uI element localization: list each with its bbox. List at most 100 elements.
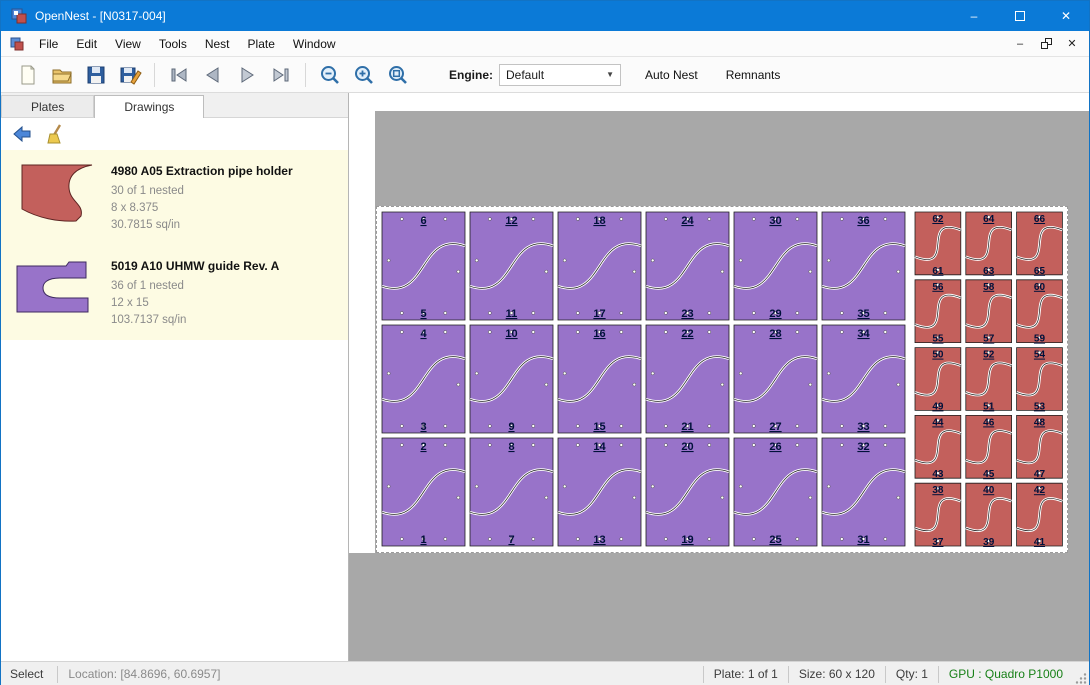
part-number[interactable]: 48: [1034, 417, 1046, 428]
part-number[interactable]: 57: [983, 334, 995, 345]
part-number[interactable]: 20: [681, 441, 693, 453]
part-number[interactable]: 13: [593, 534, 605, 546]
part-number[interactable]: 10: [505, 328, 517, 340]
zoom-out-button[interactable]: [313, 60, 347, 90]
nest-canvas[interactable]: 6512111817242330293635431091615222128273…: [349, 93, 1089, 661]
part-number[interactable]: 42: [1034, 485, 1046, 496]
minimize-icon[interactable]: –: [951, 1, 997, 31]
part-number[interactable]: 7: [508, 534, 514, 546]
part-number[interactable]: 15: [593, 421, 605, 433]
menu-edit[interactable]: Edit: [67, 31, 106, 57]
part-number[interactable]: 27: [769, 421, 781, 433]
part-number[interactable]: 60: [1034, 282, 1046, 293]
part-number[interactable]: 29: [769, 308, 781, 320]
part-number[interactable]: 1: [420, 534, 426, 546]
nav-last-button[interactable]: [264, 60, 298, 90]
menu-window[interactable]: Window: [284, 31, 345, 57]
resize-grip-icon[interactable]: [1073, 662, 1089, 685]
part-number[interactable]: 18: [593, 215, 605, 227]
part-number[interactable]: 52: [983, 350, 995, 361]
part-number[interactable]: 32: [857, 441, 869, 453]
part-number[interactable]: 58: [983, 282, 995, 293]
part-number[interactable]: 61: [932, 266, 944, 277]
nest-plate[interactable]: 6512111817242330293635431091615222128273…: [376, 206, 1068, 553]
part-number[interactable]: 44: [932, 417, 944, 428]
close-icon[interactable]: ✕: [1043, 1, 1089, 31]
mdi-minimize-icon[interactable]: –: [1009, 35, 1031, 53]
auto-nest-button[interactable]: Auto Nest: [641, 66, 702, 84]
part-number[interactable]: 12: [505, 215, 517, 227]
part-number[interactable]: 33: [857, 421, 869, 433]
part-number[interactable]: 41: [1034, 537, 1046, 548]
part-number[interactable]: 65: [1034, 266, 1046, 277]
engine-dropdown[interactable]: Default ▼: [499, 64, 621, 86]
part-number[interactable]: 62: [932, 214, 944, 225]
part-number[interactable]: 38: [932, 485, 944, 496]
part-number[interactable]: 2: [420, 441, 426, 453]
part-number[interactable]: 35: [857, 308, 869, 320]
part-number[interactable]: 5: [420, 308, 426, 320]
part-number[interactable]: 26: [769, 441, 781, 453]
part-number[interactable]: 64: [983, 214, 995, 225]
part-number[interactable]: 16: [593, 328, 605, 340]
open-file-button[interactable]: [45, 60, 79, 90]
part-number[interactable]: 23: [681, 308, 693, 320]
save-button[interactable]: [79, 60, 113, 90]
part-number[interactable]: 39: [983, 537, 995, 548]
zoom-in-button[interactable]: [347, 60, 381, 90]
drawing-list-item[interactable]: 4980 A05 Extraction pipe holder 30 of 1 …: [1, 150, 348, 245]
part-number[interactable]: 50: [932, 350, 944, 361]
part-number[interactable]: 3: [420, 421, 426, 433]
part-number[interactable]: 9: [508, 421, 514, 433]
nav-first-button[interactable]: [162, 60, 196, 90]
import-drawing-button[interactable]: [7, 121, 37, 147]
nav-next-button[interactable]: [230, 60, 264, 90]
part-number[interactable]: 45: [983, 469, 995, 480]
part-number[interactable]: 63: [983, 266, 995, 277]
part-number[interactable]: 66: [1034, 214, 1046, 225]
part-number[interactable]: 24: [681, 215, 694, 227]
mdi-restore-icon[interactable]: [1035, 35, 1057, 53]
part-number[interactable]: 22: [681, 328, 693, 340]
part-number[interactable]: 47: [1034, 469, 1046, 480]
part-number[interactable]: 19: [681, 534, 693, 546]
part-number[interactable]: 54: [1034, 350, 1046, 361]
save-as-button[interactable]: [113, 60, 147, 90]
part-number[interactable]: 36: [857, 215, 869, 227]
menu-plate[interactable]: Plate: [239, 31, 284, 57]
menu-tools[interactable]: Tools: [150, 31, 196, 57]
part-number[interactable]: 59: [1034, 334, 1046, 345]
part-number[interactable]: 4: [420, 328, 427, 340]
part-number[interactable]: 46: [983, 417, 995, 428]
part-number[interactable]: 40: [983, 485, 995, 496]
part-number[interactable]: 17: [593, 308, 605, 320]
part-number[interactable]: 53: [1034, 401, 1046, 412]
part-number[interactable]: 49: [932, 401, 944, 412]
part-number[interactable]: 21: [681, 421, 693, 433]
new-file-button[interactable]: [11, 60, 45, 90]
nav-previous-button[interactable]: [196, 60, 230, 90]
part-number[interactable]: 14: [593, 441, 606, 453]
clear-drawings-button[interactable]: [41, 121, 71, 147]
part-number[interactable]: 43: [932, 469, 944, 480]
part-number[interactable]: 11: [506, 308, 518, 320]
maximize-icon[interactable]: [997, 1, 1043, 31]
menu-view[interactable]: View: [106, 31, 150, 57]
part-number[interactable]: 8: [508, 441, 514, 453]
part-number[interactable]: 51: [983, 401, 995, 412]
part-number[interactable]: 34: [857, 328, 870, 340]
menu-file[interactable]: File: [30, 31, 67, 57]
zoom-fit-button[interactable]: [381, 60, 415, 90]
part-number[interactable]: 37: [932, 537, 944, 548]
part-number[interactable]: 25: [769, 534, 781, 546]
part-number[interactable]: 30: [769, 215, 781, 227]
part-number[interactable]: 55: [932, 334, 944, 345]
tab-drawings[interactable]: Drawings: [94, 95, 204, 118]
remnants-button[interactable]: Remnants: [722, 66, 785, 84]
tab-plates[interactable]: Plates: [1, 95, 94, 117]
part-number[interactable]: 6: [420, 215, 426, 227]
drawing-list-item[interactable]: 5019 A10 UHMW guide Rev. A 36 of 1 neste…: [1, 245, 348, 340]
mdi-close-icon[interactable]: ✕: [1061, 35, 1083, 53]
menu-nest[interactable]: Nest: [196, 31, 239, 57]
part-number[interactable]: 31: [857, 534, 869, 546]
